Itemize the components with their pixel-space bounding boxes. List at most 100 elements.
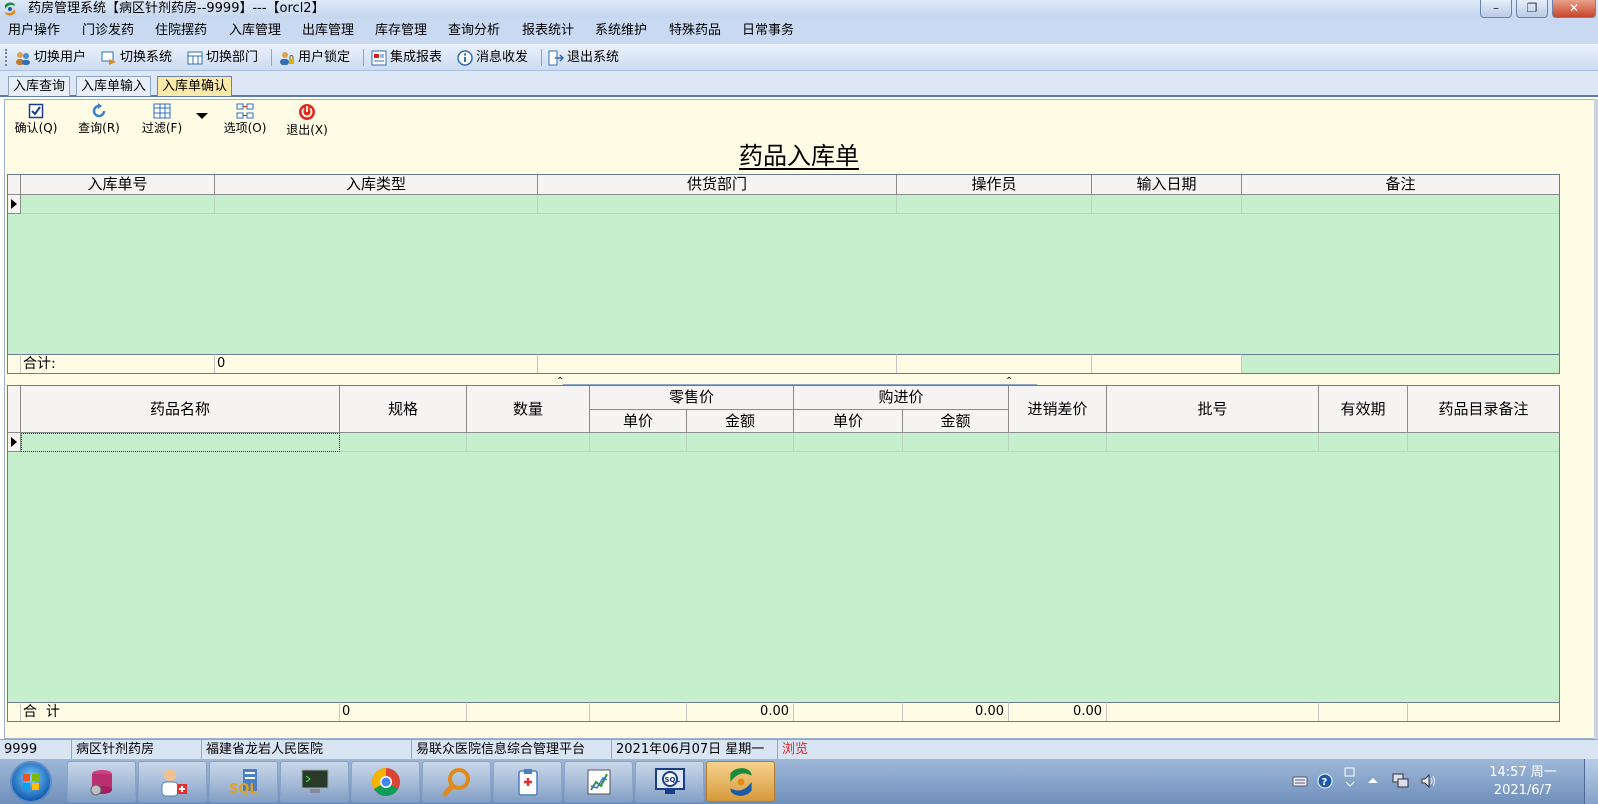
table-cell[interactable]: [1319, 433, 1408, 452]
col-header-expiry[interactable]: 有效期: [1319, 386, 1408, 433]
taskbar-app-sql-query[interactable]: SQL: [635, 761, 704, 802]
taskbar-app-chart[interactable]: [564, 761, 633, 802]
table-cell[interactable]: [215, 195, 538, 214]
help-icon[interactable]: ?: [1317, 773, 1333, 789]
taskbar-app-terminal[interactable]: [280, 761, 349, 802]
tab-stock-in-entry[interactable]: 入库单输入: [76, 76, 152, 96]
menu-inventory[interactable]: 库存管理: [375, 18, 427, 44]
maximize-button[interactable]: ❐: [1516, 0, 1548, 18]
switch-system-button[interactable]: 切换系统: [101, 44, 172, 71]
minimize-button[interactable]: –: [1480, 0, 1512, 18]
menu-daily[interactable]: 日常事务: [742, 18, 794, 44]
confirm-label: 确认(Q): [14, 121, 58, 135]
ime-toggle-icon[interactable]: [1343, 767, 1359, 787]
confirm-button[interactable]: 确认(Q): [11, 103, 61, 139]
search-icon: [442, 767, 470, 796]
table-cell[interactable]: [1107, 433, 1319, 452]
taskbar-app-chrome[interactable]: [351, 761, 420, 802]
volume-icon[interactable]: [1420, 773, 1436, 789]
table-cell[interactable]: [538, 195, 897, 214]
grid-corner: [8, 175, 21, 195]
taskbar-app-doctor[interactable]: [138, 761, 207, 802]
col-header-supplier[interactable]: 供货部门: [538, 175, 897, 195]
taskbar-app-database[interactable]: [67, 761, 136, 802]
filter-grid-icon: [153, 103, 171, 119]
table-cell[interactable]: [21, 195, 215, 214]
footer-cell: [1319, 702, 1408, 721]
exit-button[interactable]: 退出(X): [282, 103, 332, 139]
table-cell[interactable]: [903, 433, 1009, 452]
tab-stock-in-confirm[interactable]: 入库单确认: [157, 76, 233, 96]
query-button[interactable]: 查询(R): [74, 103, 124, 139]
table-cell[interactable]: [1009, 433, 1107, 452]
table-cell[interactable]: [340, 433, 467, 452]
switch-user-button[interactable]: 切换用户: [15, 44, 86, 71]
integrated-report-button[interactable]: 集成报表: [371, 44, 442, 71]
table-cell-focused[interactable]: [21, 433, 340, 452]
show-desktop-button[interactable]: [1584, 759, 1598, 804]
col-header-drug-name[interactable]: 药品名称: [21, 386, 340, 433]
terminal-icon: [301, 769, 328, 793]
switch-department-button[interactable]: 切换部门: [187, 44, 258, 71]
status-mode: 浏览: [782, 742, 809, 757]
menu-query[interactable]: 查询分析: [448, 18, 500, 44]
taskbar-app-sql-server[interactable]: SQL: [209, 761, 278, 802]
menu-stock-in[interactable]: 入库管理: [229, 18, 281, 44]
table-cell[interactable]: [687, 433, 794, 452]
svg-text:SQL: SQL: [664, 776, 680, 784]
col-header-retail-unit[interactable]: 单价: [590, 410, 687, 433]
filter-dropdown-icon[interactable]: [196, 113, 208, 119]
menu-maintenance[interactable]: 系统维护: [595, 18, 647, 44]
network-icon[interactable]: [1392, 773, 1409, 789]
options-button[interactable]: 选项(O): [220, 103, 270, 139]
toolbar-grip[interactable]: [5, 49, 8, 66]
col-header-quantity[interactable]: 数量: [467, 386, 590, 433]
col-header-catalog-note[interactable]: 药品目录备注: [1408, 386, 1559, 433]
menu-user-ops[interactable]: 用户操作: [8, 18, 60, 44]
tab-stock-in-query[interactable]: 入库查询: [8, 76, 71, 96]
menu-stock-out[interactable]: 出库管理: [302, 18, 354, 44]
sql-server-icon: SQL: [229, 768, 257, 797]
col-header-batch[interactable]: 批号: [1107, 386, 1319, 433]
col-header-order-no[interactable]: 入库单号: [21, 175, 215, 195]
toolbar-separator: [541, 49, 542, 66]
menu-special-drugs[interactable]: 特殊药品: [669, 18, 721, 44]
table-cell[interactable]: [897, 195, 1092, 214]
col-header-spec[interactable]: 规格: [340, 386, 467, 433]
show-hidden-icons-icon[interactable]: [1366, 773, 1382, 789]
table-cell[interactable]: [1408, 433, 1559, 452]
col-header-purchase-unit[interactable]: 单价: [794, 410, 903, 433]
menu-reports[interactable]: 报表统计: [522, 18, 574, 44]
database-icon: [90, 769, 112, 795]
app-logo-icon: [729, 767, 752, 796]
col-header-price-diff[interactable]: 进销差价: [1009, 386, 1107, 433]
table-cell[interactable]: [794, 433, 903, 452]
col-header-type[interactable]: 入库类型: [215, 175, 538, 195]
table-cell[interactable]: [1092, 195, 1242, 214]
menu-outpatient[interactable]: 门诊发药: [82, 18, 134, 44]
filter-button[interactable]: 过滤(F): [137, 103, 187, 139]
sql-query-icon: SQL: [654, 767, 685, 794]
menu-inpatient[interactable]: 住院摆药: [155, 18, 207, 44]
user-lock-button[interactable]: 用户锁定: [279, 44, 350, 71]
toolbar-separator: [363, 49, 364, 66]
taskbar-app-pharmacy[interactable]: [706, 761, 775, 802]
close-button[interactable]: ✕: [1552, 0, 1596, 18]
col-header-purchase-amount[interactable]: 金额: [903, 410, 1009, 433]
col-header-operator[interactable]: 操作员: [897, 175, 1092, 195]
keyboard-icon[interactable]: [1292, 773, 1308, 789]
row-pointer-icon: [11, 199, 17, 209]
start-button[interactable]: [10, 761, 52, 803]
col-header-remark[interactable]: 备注: [1242, 175, 1559, 195]
table-cell[interactable]: [1242, 195, 1559, 214]
table-cell[interactable]: [467, 433, 590, 452]
messages-button[interactable]: 消息收发: [457, 44, 528, 71]
table-cell[interactable]: [590, 433, 687, 452]
col-header-input-date[interactable]: 输入日期: [1092, 175, 1242, 195]
taskbar-app-clipboard[interactable]: [493, 761, 562, 802]
bottom-footer-label: 合 计: [21, 702, 340, 721]
exit-system-button[interactable]: 退出系统: [548, 44, 619, 71]
taskbar-app-search[interactable]: [422, 761, 491, 802]
taskbar-clock[interactable]: 14:57 周一 2021/6/7: [1476, 764, 1570, 800]
col-header-retail-amount[interactable]: 金额: [687, 410, 794, 433]
